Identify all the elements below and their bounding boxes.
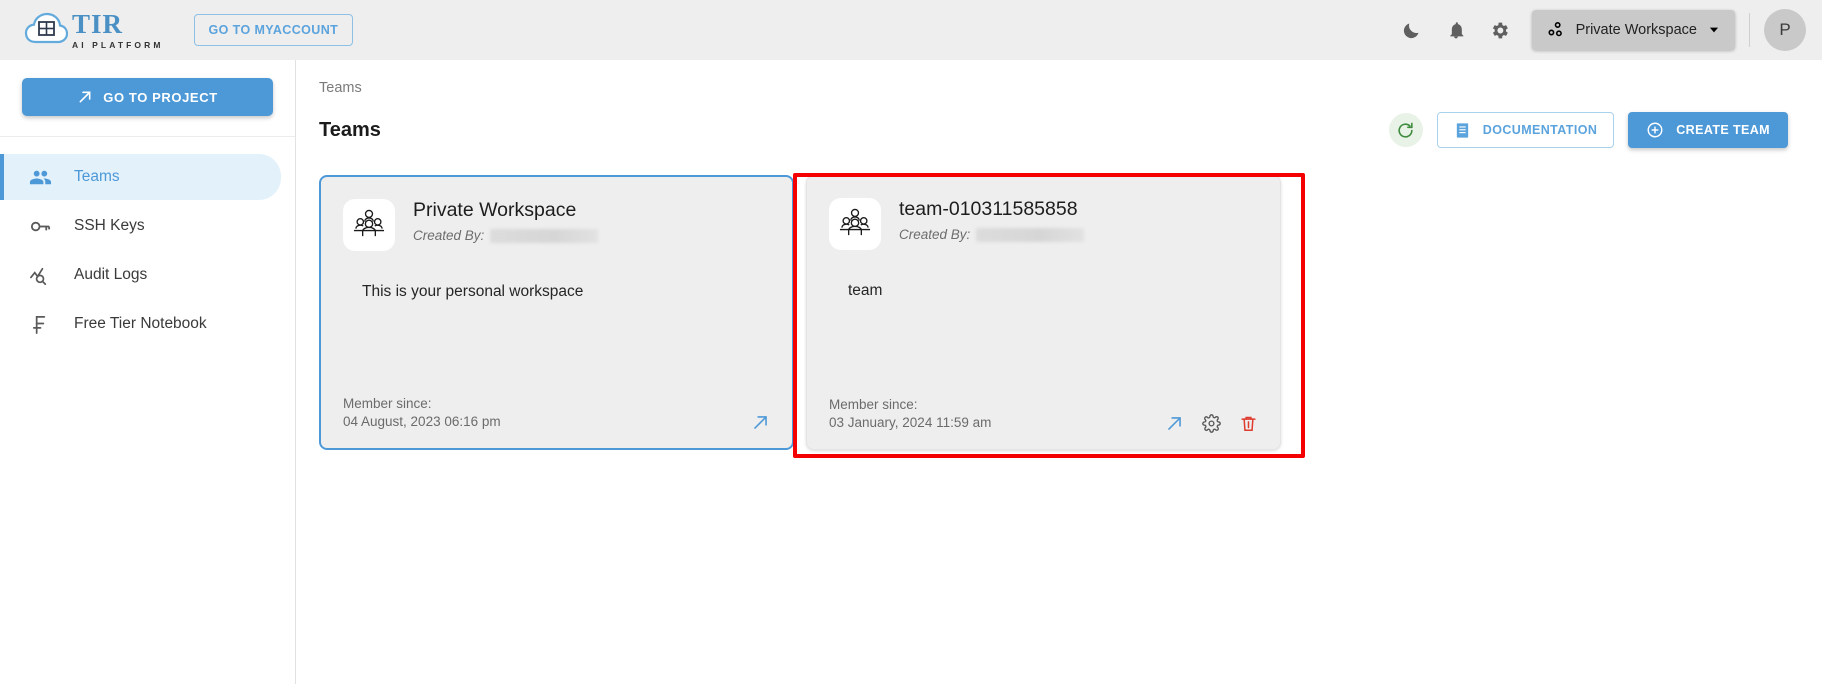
page-actions: DOCUMENTATION CREATE TEAM [1388,112,1788,148]
cloud-grid-logo-icon [24,12,68,48]
member-since-value: 03 January, 2024 11:59 am [829,415,992,431]
documentation-button[interactable]: DOCUMENTATION [1436,112,1615,148]
sidebar-nav: Teams SSH Keys Audit Logs Free Tier Note… [0,137,295,347]
team-card[interactable]: team-010311585858 Created By: team Membe… [806,175,1281,450]
card-footer: Member since: 03 January, 2024 11:59 am [829,396,1258,433]
card-header: team-010311585858 Created By: [829,198,1258,250]
created-by-value-redacted [490,228,599,243]
created-by-value-redacted [976,227,1085,242]
gear-icon[interactable] [1202,414,1221,433]
franc-f-icon [28,312,52,336]
member-since: Member since: 03 January, 2024 11:59 am [829,396,991,433]
open-arrow-icon[interactable] [751,413,770,432]
create-team-button[interactable]: CREATE TEAM [1628,112,1788,148]
card-description: team [848,282,883,299]
gear-icon [1489,20,1510,41]
brand-subtitle: AI PLATFORM [72,39,164,50]
analytics-search-icon [28,263,52,287]
card-footer: Member since: 04 August, 2023 06:16 pm [343,395,770,432]
created-by: Created By: [899,227,1085,243]
open-arrow-icon[interactable] [1165,414,1184,433]
bell-icon [1446,20,1466,40]
toolbar-divider [1749,13,1750,47]
documentation-label: DOCUMENTATION [1482,123,1598,137]
sidebar: GO TO PROJECT Teams SSH Keys Audit Logs … [0,60,296,684]
user-avatar[interactable]: P [1764,9,1806,51]
go-to-project-button[interactable]: GO TO PROJECT [22,78,273,116]
top-bar: TIR AI PLATFORM GO TO MYACCOUNT Private … [0,0,1822,60]
team-card-list: Private Workspace Created By: This is yo… [296,148,1822,450]
created-by: Created By: [413,228,599,244]
brand-title: TIR [72,8,124,39]
sidebar-item-teams[interactable]: Teams [0,154,281,200]
breadcrumb: Teams [319,80,362,96]
member-since: Member since: 04 August, 2023 06:16 pm [343,395,501,432]
sidebar-item-label: SSH Keys [74,217,145,234]
key-icon [28,214,52,238]
workspace-selector[interactable]: Private Workspace [1531,10,1735,50]
go-to-project-label: GO TO PROJECT [103,89,218,105]
card-title: Private Workspace [413,199,577,221]
go-to-myaccount-button[interactable]: GO TO MYACCOUNT [193,14,354,46]
brand-logo[interactable]: TIR AI PLATFORM [24,8,164,50]
refresh-button[interactable] [1388,113,1423,147]
page-header: Teams DOCUMENTATION CREATE TEAM [296,96,1822,148]
create-team-label: CREATE TEAM [1676,123,1770,137]
sidebar-item-audit-logs[interactable]: Audit Logs [0,252,281,298]
card-title-block: Private Workspace Created By: [413,199,599,244]
workspace-label: Private Workspace [1575,22,1697,38]
card-title-block: team-010311585858 Created By: [899,198,1085,243]
sidebar-header: GO TO PROJECT [0,60,295,137]
card-actions [1165,414,1258,433]
groups-icon [28,165,52,189]
settings-button[interactable] [1478,8,1522,52]
notifications-button[interactable] [1434,8,1478,52]
created-by-label: Created By: [899,227,971,243]
sidebar-item-label: Audit Logs [74,266,148,283]
moon-icon [1401,20,1422,41]
teams-page: TIR AI PLATFORM GO TO MYACCOUNT Private … [0,0,1822,684]
top-bar-actions: Private Workspace P [1390,0,1822,60]
team-group-icon [343,199,395,251]
card-actions [751,413,770,432]
refresh-icon [1396,121,1415,140]
plus-circle-icon [1646,121,1664,139]
card-title: team-010311585858 [899,198,1078,220]
sidebar-item-label: Free Tier Notebook [74,315,207,332]
card-header: Private Workspace Created By: [343,199,770,251]
member-since-value: 04 August, 2023 06:16 pm [343,414,501,430]
main-content: Teams Teams DOCUMENTATION CREATE TEAM Pr… [296,60,1822,684]
chevron-down-icon [1707,23,1721,37]
card-description: This is your personal workspace [362,283,584,300]
member-since-label: Member since: [343,395,432,411]
team-group-icon [829,198,881,250]
page-title: Teams [319,118,381,141]
brand-text: TIR AI PLATFORM [72,8,164,50]
arrow-up-right-icon [77,89,93,105]
dark-mode-toggle[interactable] [1390,8,1434,52]
document-icon [1454,122,1471,139]
sidebar-item-free-tier-notebook[interactable]: Free Tier Notebook [0,301,281,347]
workspace-nodes-icon [1546,20,1566,40]
created-by-label: Created By: [413,228,485,244]
sidebar-item-ssh-keys[interactable]: SSH Keys [0,203,281,249]
sidebar-item-label: Teams [74,168,120,185]
trash-icon[interactable] [1239,414,1258,433]
member-since-label: Member since: [829,396,918,412]
team-card[interactable]: Private Workspace Created By: This is yo… [319,175,794,450]
